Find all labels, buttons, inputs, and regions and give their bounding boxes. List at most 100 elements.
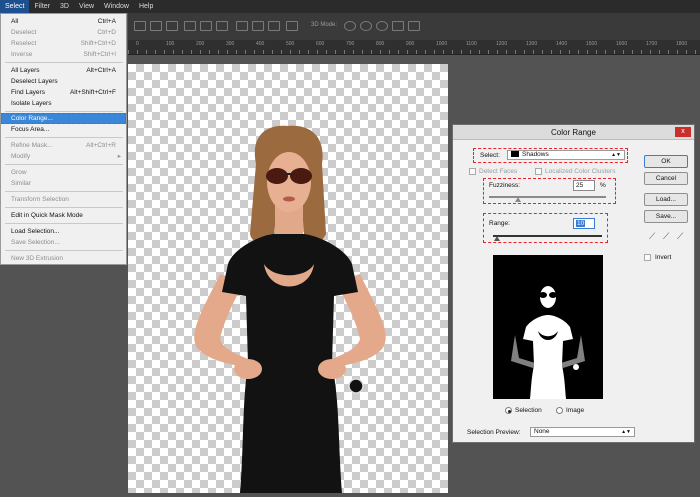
options-bar: 3D Mode: xyxy=(128,13,700,40)
woman-photo xyxy=(194,125,386,493)
3d-roll-icon[interactable] xyxy=(360,21,372,31)
fuzziness-input[interactable]: 25 xyxy=(573,180,595,191)
load-button[interactable]: Load... xyxy=(644,193,688,206)
ok-button[interactable]: OK xyxy=(644,155,688,168)
3d-slide-icon[interactable] xyxy=(392,21,404,31)
preview-mask xyxy=(511,286,585,399)
ruler-tick-label: 400 xyxy=(256,41,265,47)
save-button[interactable]: Save... xyxy=(644,210,688,223)
menu-separator xyxy=(5,62,123,63)
ruler-tick-label: 300 xyxy=(226,41,235,47)
selection-radio[interactable] xyxy=(505,407,512,414)
eyedropper-minus-icon[interactable]: ⟋ xyxy=(677,231,683,242)
distribute-horizontal-icon[interactable] xyxy=(286,21,298,31)
menu-item-load-selection[interactable]: Load Selection... xyxy=(1,226,126,237)
align-left-icon[interactable] xyxy=(184,21,196,31)
close-icon[interactable]: x xyxy=(675,127,691,137)
menu-help[interactable]: Help xyxy=(134,0,158,13)
detect-faces-checkbox[interactable] xyxy=(469,168,476,175)
3d-scale-icon[interactable] xyxy=(408,21,420,31)
ruler-tick-label: 200 xyxy=(196,41,205,47)
menu-item-refine-mask: Refine Mask... Alt+Ctrl+R xyxy=(11,142,116,149)
3d-orbit-icon[interactable] xyxy=(344,21,356,31)
menu-item-deselect: Deselect Ctrl+D xyxy=(11,29,116,36)
submenu-arrow-icon: ▸ xyxy=(117,153,121,160)
menu-item-reselect: Reselect Shift+Ctrl+D xyxy=(11,40,116,47)
selection-preview xyxy=(493,255,603,399)
ruler-tick-label: 900 xyxy=(406,41,415,47)
menu-select[interactable]: Select xyxy=(0,0,30,13)
menu-bar: Select Filter 3D View Window Help xyxy=(0,0,700,13)
ruler-tick-label: 1000 xyxy=(436,41,448,47)
menu-window[interactable]: Window xyxy=(99,0,134,13)
fuzziness-unit: % xyxy=(600,182,606,189)
align-right-icon[interactable] xyxy=(216,21,228,31)
menu-filter[interactable]: Filter xyxy=(29,0,55,13)
3d-mode-label: 3D Mode: xyxy=(311,22,338,28)
ruler-tick-label: 700 xyxy=(346,41,355,47)
ruler-tick-label: 1300 xyxy=(526,41,538,47)
detect-faces-label: Detect Faces xyxy=(479,168,518,175)
align-middle-icon[interactable] xyxy=(150,21,162,31)
menu-item-all[interactable]: All Ctrl+A xyxy=(1,16,126,27)
dropdown-caret-icon: ▲▼ xyxy=(621,429,631,435)
menu-item-transform-selection: Transform Selection xyxy=(11,196,69,203)
menu-item-all-layers[interactable]: All Layers Alt+Ctrl+A xyxy=(1,65,126,76)
range-slider-thumb[interactable] xyxy=(494,236,501,241)
image-radio[interactable] xyxy=(556,407,563,414)
menu-item-modify: Modify ▸ xyxy=(11,153,121,160)
ruler-tick-label: 500 xyxy=(286,41,295,47)
align-top-icon[interactable] xyxy=(134,21,146,31)
menu-item-color-range[interactable]: Color Range... xyxy=(1,113,126,124)
select-label: Select: xyxy=(480,152,500,159)
distribute-top-icon[interactable] xyxy=(236,21,248,31)
menu-item-quick-mask[interactable]: Edit in Quick Mask Mode xyxy=(1,210,126,221)
cancel-button[interactable]: Cancel xyxy=(644,172,688,185)
ruler-tick-label: 1800 xyxy=(676,41,688,47)
ruler-labels: 0 100 200 300 400 500 600 700 800 900 1000 1100 1200… xyxy=(128,41,700,49)
menu-separator xyxy=(5,223,123,224)
menu-separator xyxy=(5,207,123,208)
select-dropdown[interactable]: Shadows ▲▼ xyxy=(507,150,625,160)
range-input[interactable]: 10 xyxy=(573,218,595,229)
distribute-bottom-icon[interactable] xyxy=(268,21,280,31)
align-center-icon[interactable] xyxy=(200,21,212,31)
range-slider[interactable] xyxy=(493,235,602,237)
ruler-tick-label: 1600 xyxy=(616,41,628,47)
menu-separator xyxy=(5,164,123,165)
menu-separator xyxy=(5,250,123,251)
menu-item-inverse: Inverse Shift+Ctrl+I xyxy=(11,51,116,58)
fuzziness-slider[interactable] xyxy=(489,196,606,198)
menu-3d[interactable]: 3D xyxy=(55,0,74,13)
ruler-tick-label: 600 xyxy=(316,41,325,47)
ruler-tick-label: 100 xyxy=(166,41,175,47)
ruler-tick-label: 1700 xyxy=(646,41,658,47)
fuzziness-label: Fuzziness: xyxy=(489,182,521,189)
menu-item-similar: Similar xyxy=(11,180,31,187)
document-canvas[interactable] xyxy=(128,64,448,493)
localized-checkbox[interactable] xyxy=(535,168,542,175)
color-range-dialog: Color Range x Select: Shadows ▲▼ Detect … xyxy=(452,124,695,443)
eyedropper-plus-icon[interactable]: ⟋ xyxy=(663,231,669,242)
menu-view[interactable]: View xyxy=(74,0,99,13)
invert-label: Invert xyxy=(655,254,672,261)
menu-item-isolate-layers[interactable]: Isolate Layers xyxy=(1,98,126,109)
invert-checkbox[interactable] xyxy=(644,254,651,261)
selection-preview-label: Selection Preview: xyxy=(467,429,521,436)
fuzziness-slider-thumb[interactable] xyxy=(515,197,522,202)
eyedropper-icon[interactable]: ⟋ xyxy=(649,231,655,242)
menu-separator xyxy=(5,191,123,192)
distribute-middle-icon[interactable] xyxy=(252,21,264,31)
select-menu: All Ctrl+A Deselect Ctrl+D Reselect Shift+C… xyxy=(0,13,127,265)
menu-separator xyxy=(5,111,123,112)
localized-label: Localized Color Clusters xyxy=(545,168,616,175)
3d-pan-icon[interactable] xyxy=(376,21,388,31)
ruler-tick-label: 1200 xyxy=(496,41,508,47)
image-radio-label: Image xyxy=(566,407,585,414)
menu-item-find-layers[interactable]: Find Layers Alt+Shift+Ctrl+F xyxy=(1,87,126,98)
menu-item-focus-area[interactable]: Focus Area... xyxy=(1,124,126,135)
menu-item-deselect-layers[interactable]: Deselect Layers xyxy=(1,76,126,87)
dropdown-caret-icon: ▲▼ xyxy=(611,152,621,158)
selection-preview-dropdown[interactable]: None ▲▼ xyxy=(530,427,635,437)
align-bottom-icon[interactable] xyxy=(166,21,178,31)
